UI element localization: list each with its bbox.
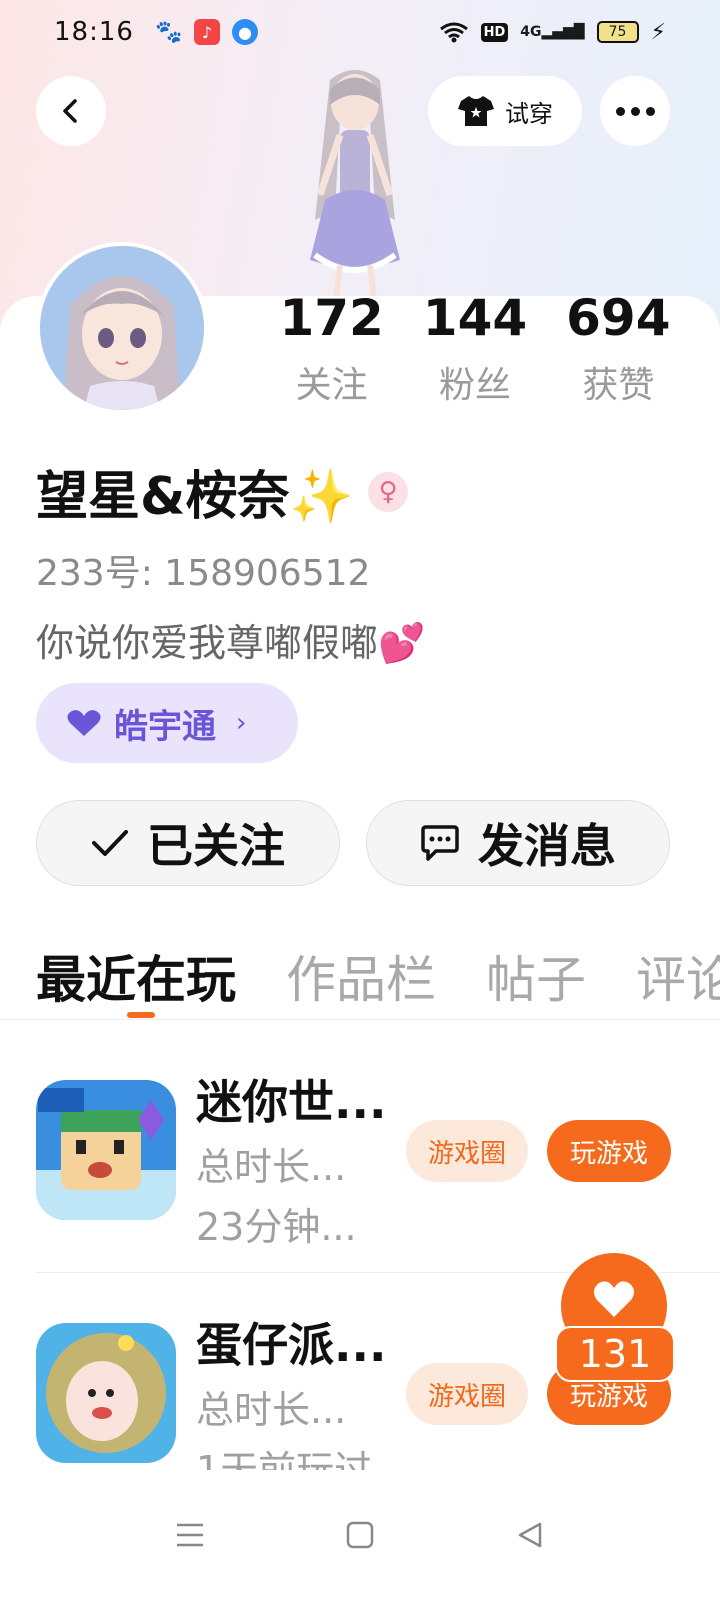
play-game-button[interactable]: 玩游戏: [547, 1120, 671, 1182]
system-navigation-bar: [0, 1470, 720, 1600]
more-dots-icon: [615, 106, 655, 116]
heart-icon: [593, 1281, 635, 1317]
active-tab-indicator: [127, 1012, 155, 1018]
profile-avatar[interactable]: [36, 242, 208, 414]
character-figure-image: [310, 70, 400, 299]
network-label: 4G: [520, 24, 542, 40]
user-id: 233号: 158906512: [36, 553, 371, 594]
stat-value: 694: [566, 289, 671, 347]
status-indicators: HD 4G▂▄▆█ 75 ⚡: [439, 20, 666, 45]
game-name: 迷你世...: [196, 1075, 387, 1129]
membership-badge[interactable]: 皓宇通 ›: [36, 683, 298, 763]
stat-value: 144: [422, 289, 528, 347]
network-indicator: 4G▂▄▆█: [520, 24, 585, 40]
checkmark-icon: [92, 830, 128, 856]
status-app-icons: 🐾 ♪ ●: [155, 19, 258, 45]
hd-indicator: HD: [480, 22, 509, 42]
back-arrow-icon: [63, 99, 77, 123]
heart-icon: [67, 710, 101, 736]
followed-button[interactable]: 已关注: [36, 800, 340, 886]
music-app-icon: ♪: [193, 19, 220, 45]
stat-followers[interactable]: 144 粉丝: [403, 288, 546, 408]
status-bar: 18:16 🐾 ♪ ● HD 4G▂▄▆█ 75 ⚡: [0, 0, 720, 64]
profile-stats: 172 关注 144 粉丝 694 获赞: [260, 288, 690, 408]
username: 望星&桉奈✨: [36, 467, 355, 527]
eggy-party-game-icon: [36, 1323, 176, 1463]
game-playtime: 总时长...: [196, 1388, 347, 1432]
chevron-right-icon: ›: [236, 708, 247, 738]
chat-bubble-icon: [421, 825, 459, 861]
tab-comments[interactable]: 评论: [636, 940, 720, 1012]
stat-label: 粉丝: [438, 365, 511, 406]
game-playtime: 总时长...: [196, 1145, 347, 1189]
badge-label: 皓宇通: [114, 706, 216, 747]
stat-following[interactable]: 172 关注: [260, 288, 403, 408]
send-message-button[interactable]: 发消息: [366, 800, 670, 886]
tab-posts[interactable]: 帖子: [486, 940, 586, 1012]
game-circle-button[interactable]: 游戏圈: [406, 1120, 528, 1182]
baidu-app-icon: 🐾: [155, 19, 183, 45]
game-circle-button[interactable]: 游戏圈: [406, 1363, 528, 1425]
back-button[interactable]: [36, 76, 106, 146]
wifi-icon: [439, 22, 468, 43]
try-on-label: 试穿: [505, 99, 553, 128]
status-time: 18:16: [54, 17, 134, 47]
stat-value: 172: [279, 289, 384, 347]
followed-label: 已关注: [147, 819, 285, 873]
mini-world-game-icon: [36, 1080, 176, 1220]
game-list-item[interactable]: 迷你世... 总时长... 23分钟... 游戏圈 玩游戏: [36, 1075, 720, 1260]
like-count: 131: [555, 1326, 675, 1382]
more-options-button[interactable]: [600, 76, 670, 146]
menu-icon[interactable]: [170, 1515, 210, 1555]
send-message-label: 发消息: [478, 819, 616, 873]
game-name: 蛋仔派...: [196, 1318, 387, 1372]
charging-icon: ⚡: [650, 19, 666, 45]
stat-likes[interactable]: 694 获赞: [547, 288, 690, 408]
tab-works[interactable]: 作品栏: [286, 940, 436, 1012]
tab-divider: [0, 1019, 720, 1020]
female-gender-icon: ♀: [368, 471, 409, 512]
avatar-image: [40, 246, 204, 410]
stat-label: 获赞: [582, 365, 655, 406]
tshirt-icon: [458, 96, 494, 126]
tab-recently-played[interactable]: 最近在玩: [36, 940, 236, 1012]
blue-app-icon: ●: [231, 19, 258, 45]
back-triangle-icon[interactable]: [510, 1515, 550, 1555]
user-bio: 你说你爱我尊嘟假嘟💕: [36, 621, 426, 665]
home-square-icon[interactable]: [340, 1515, 380, 1555]
battery-indicator: 75: [596, 21, 639, 43]
game-last-played: 23分钟...: [196, 1205, 357, 1249]
try-on-button[interactable]: 试穿: [428, 76, 582, 146]
username-row: 望星&桉奈✨ ♀: [36, 454, 409, 529]
stat-label: 关注: [295, 365, 368, 406]
profile-tabs: 最近在玩 作品栏 帖子 评论: [36, 940, 720, 1012]
